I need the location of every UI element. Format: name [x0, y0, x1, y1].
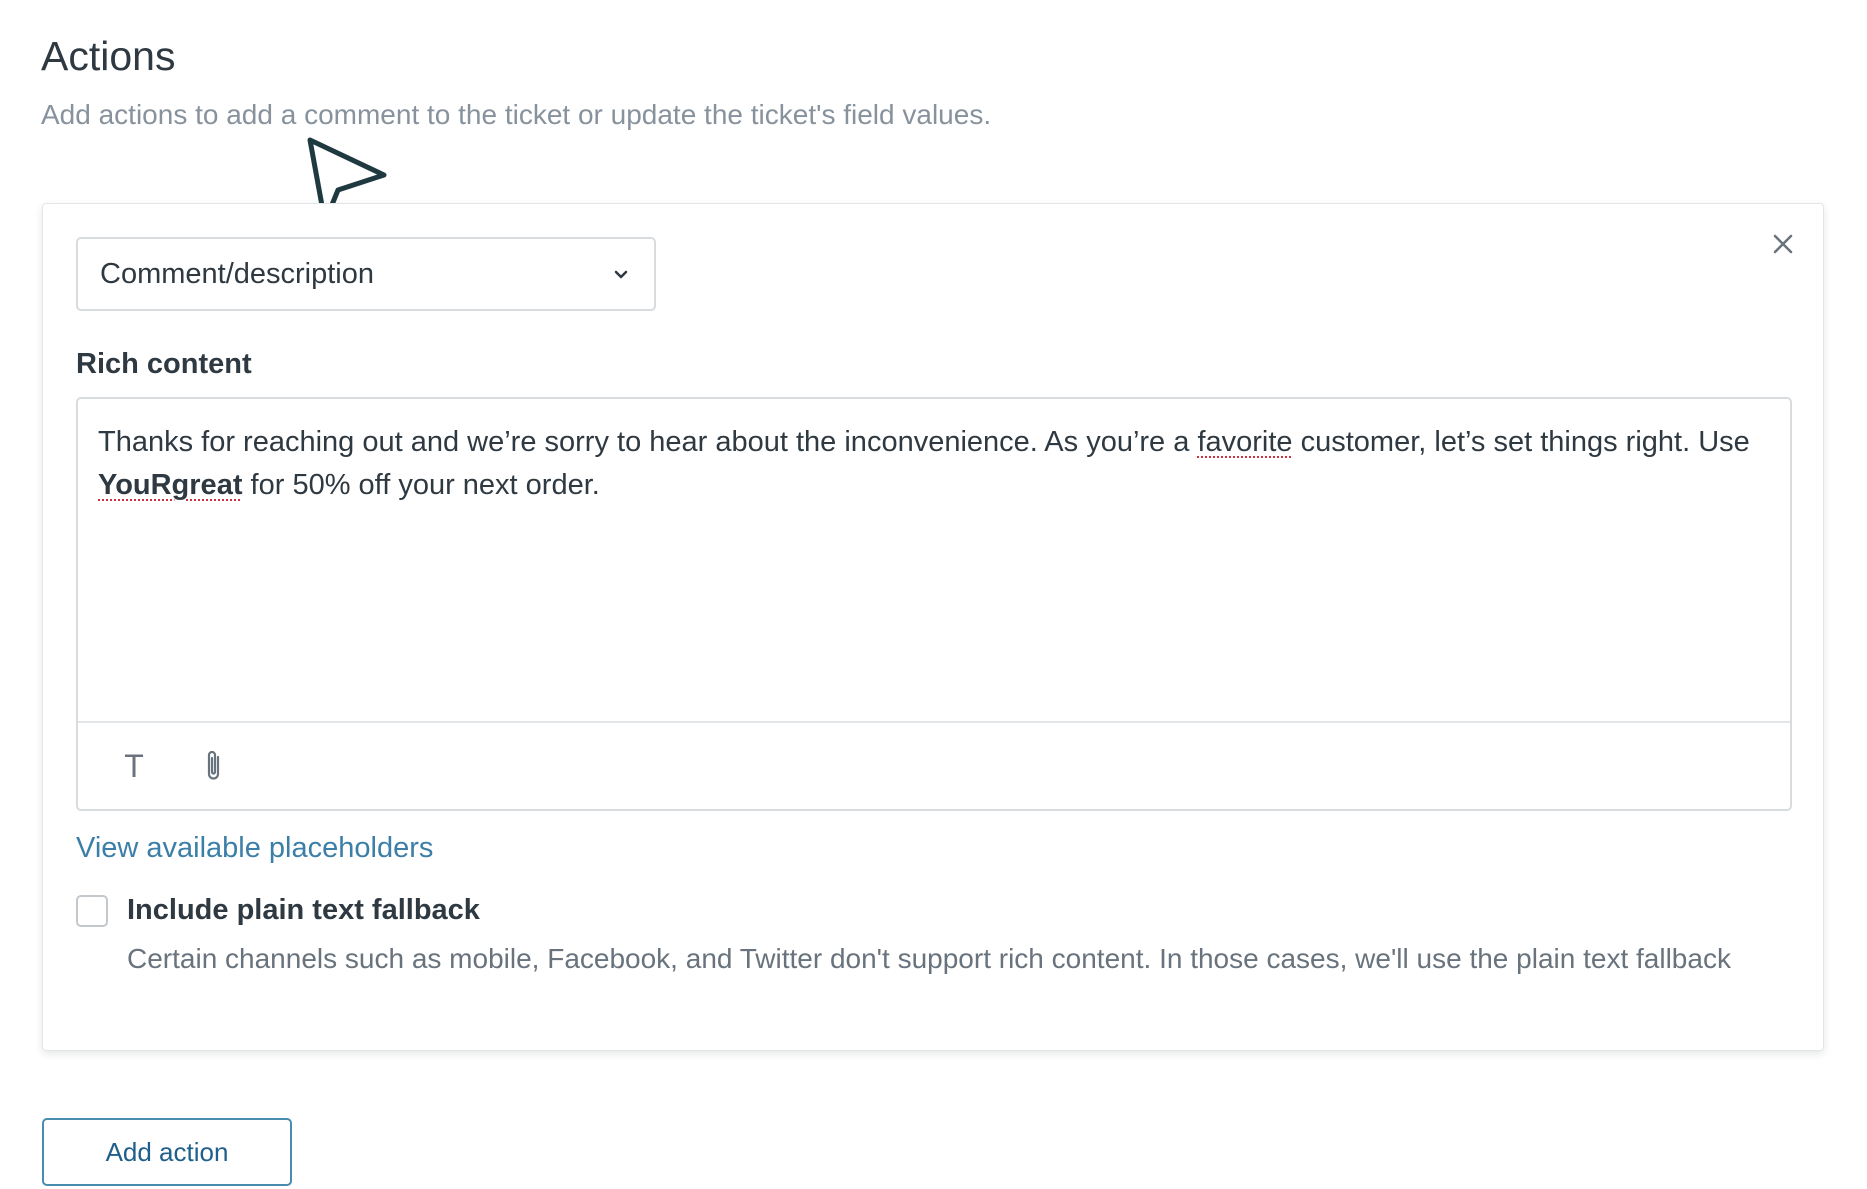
remove-action-button[interactable] [1763, 224, 1803, 264]
editor-text-part: for 50% off your next order. [242, 469, 600, 501]
attach-file-button[interactable] [194, 744, 234, 788]
view-placeholders-link[interactable]: View available placeholders [76, 830, 433, 866]
close-icon [1773, 234, 1793, 254]
editor-text-part: Thanks for reaching out and we’re sorry … [98, 426, 1198, 458]
text-format-button[interactable]: T [114, 744, 154, 788]
plain-text-fallback-hint: Certain channels such as mobile, Faceboo… [127, 943, 1731, 974]
promo-code: YouRgreat [98, 469, 243, 501]
misspelled-word: favorite [1197, 426, 1293, 458]
action-type-value: Comment/description [100, 257, 374, 290]
rich-content-editor[interactable]: Thanks for reaching out and we’re sorry … [76, 397, 1792, 811]
rich-content-text[interactable]: Thanks for reaching out and we’re sorry … [98, 421, 1768, 507]
editor-text-part: customer, let’s set things right. Use [1292, 426, 1750, 458]
plain-text-fallback-checkbox[interactable] [76, 895, 108, 927]
page-subtitle: Add actions to add a comment to the tick… [41, 99, 992, 130]
chevron-down-icon [614, 270, 628, 279]
add-action-button[interactable]: Add action [42, 1118, 292, 1186]
page-title: Actions [41, 33, 176, 79]
action-card: Comment/description Rich content Thanks … [42, 203, 1824, 1051]
rich-content-label: Rich content [76, 348, 252, 380]
editor-toolbar: T [78, 721, 1790, 809]
action-type-select[interactable]: Comment/description [76, 237, 656, 311]
plain-text-fallback-label[interactable]: Include plain text fallback [127, 892, 480, 928]
paperclip-icon [207, 750, 220, 780]
text-format-icon: T [124, 747, 144, 784]
